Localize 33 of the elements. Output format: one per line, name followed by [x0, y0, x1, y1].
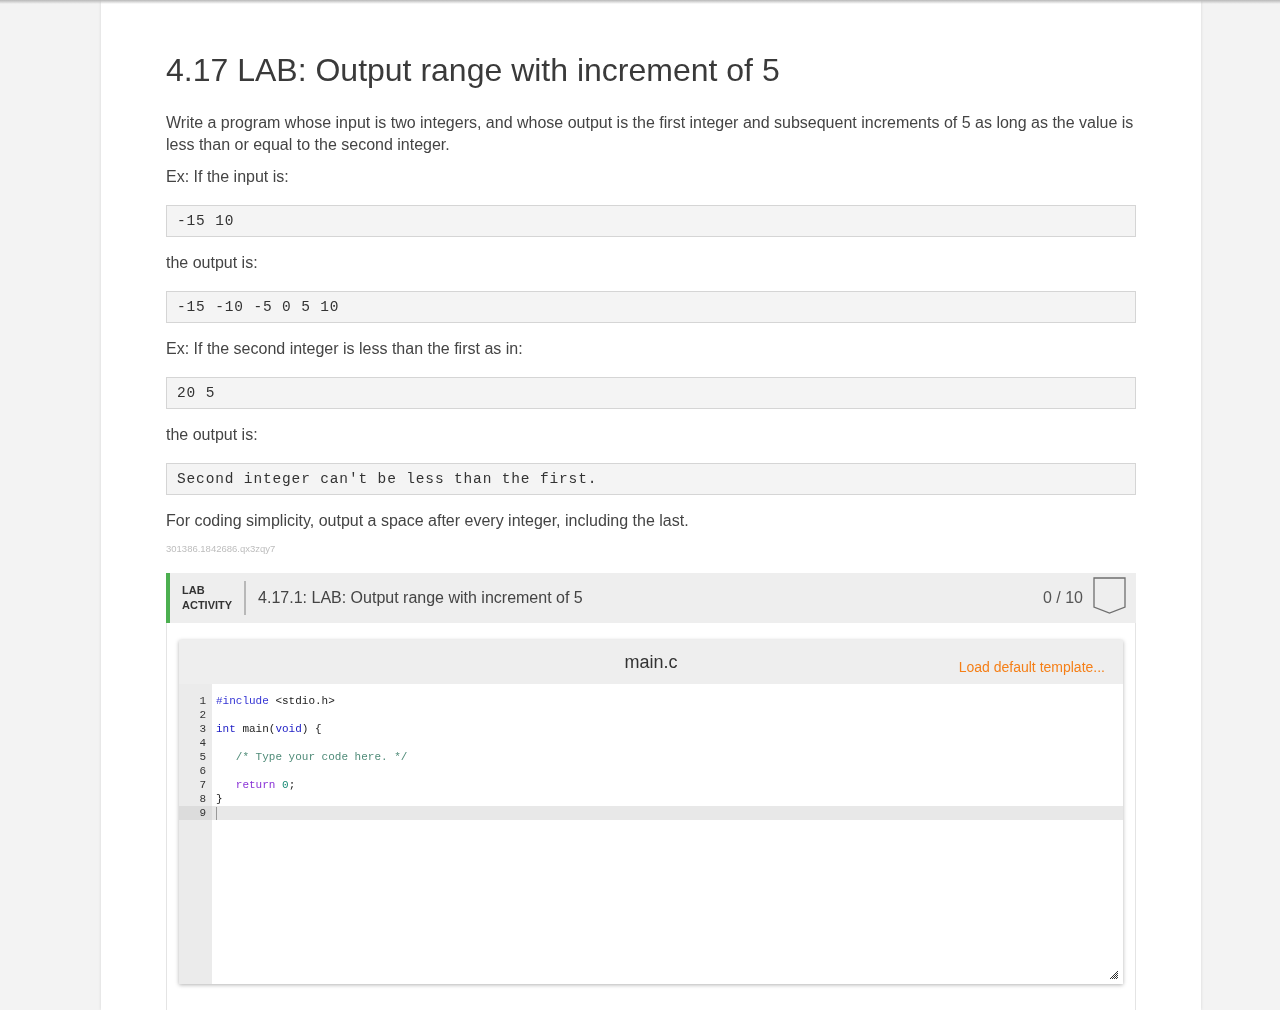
- score-text: 0 / 10: [1042, 588, 1083, 608]
- text-cursor: [216, 806, 217, 820]
- code-area[interactable]: #include <stdio.h> int main(void) { /* Type your code here. */ return 0; }: [212, 684, 1123, 984]
- line-number: 7: [198, 778, 207, 792]
- code-sample: -15 -10 -5 0 5 10: [166, 291, 1136, 323]
- activity-type-label: LAB ACTIVITY: [182, 583, 233, 613]
- instruction-text: For coding simplicity, output a space after every integer, including the last.: [166, 511, 690, 531]
- instruction-text: Ex: If the input is:: [166, 167, 290, 187]
- code-sample: Second integer can't be less than the first.: [166, 463, 1136, 495]
- code-line: /* Type your code here. */: [234, 750, 408, 764]
- code-line: int main(void) {: [216, 722, 322, 736]
- instruction-text: Ex: If the second integer is less than the first as in:: [166, 339, 524, 359]
- instruction-text: the output is:: [166, 253, 259, 273]
- page-title: 4.17 LAB: Output range with increment of 5: [166, 51, 781, 90]
- line-number: 2: [198, 708, 207, 722]
- line-number: 6: [198, 764, 207, 778]
- line-number: 4: [198, 736, 207, 750]
- line-number: 5: [198, 750, 207, 764]
- code-line: #include <stdio.h>: [216, 694, 335, 708]
- code-line: }: [216, 792, 223, 806]
- code-line: return 0;: [234, 778, 296, 792]
- line-number: 9: [179, 806, 212, 820]
- instruction-text: the output is:: [166, 425, 259, 445]
- line-number: 3: [198, 722, 207, 736]
- resize-grip-icon[interactable]: [1110, 971, 1118, 979]
- section-id: 301386.1842686.qx3zqy7: [166, 542, 277, 555]
- line-number: 1: [198, 694, 207, 708]
- activity-title: 4.17.1: LAB: Output range with increment of 5: [258, 588, 584, 608]
- line-number: 8: [198, 792, 207, 806]
- code-sample: 20 5: [166, 377, 1136, 409]
- code-sample: -15 10: [166, 205, 1136, 237]
- file-name: main.c: [624, 650, 678, 674]
- instruction-text: Write a program whose input is two integers, and whose output is the first integer and subsequent increments of 5 as long as the value is less than or equal to the second integer.: [166, 113, 1135, 155]
